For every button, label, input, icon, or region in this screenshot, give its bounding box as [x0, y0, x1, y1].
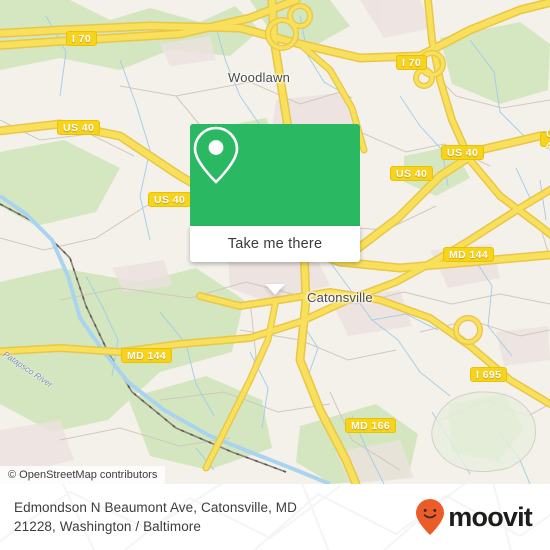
- road-shield-i695[interactable]: I 695: [470, 367, 508, 382]
- road-shield-us40-e[interactable]: US 40: [540, 128, 550, 152]
- take-me-there-label: Take me there: [227, 236, 323, 252]
- road-shield-us40-c[interactable]: US 40: [390, 166, 434, 181]
- callout-action-area[interactable]: Take me there: [190, 226, 360, 262]
- location-callout[interactable]: Take me there: [190, 124, 360, 295]
- map-attribution[interactable]: © OpenStreetMap contributors: [0, 466, 166, 484]
- address-line-2: 21228, Washington / Baltimore: [14, 519, 202, 534]
- address-line-1: Edmondson N Beaumont Ave, Catonsville, M…: [14, 500, 297, 515]
- moovit-wordmark: moovit: [448, 501, 533, 532]
- callout-pointer-tail: [265, 284, 285, 295]
- map-canvas[interactable]: Woodlawn Catonsville Patapsco River I 70…: [0, 0, 550, 484]
- map-pin-icon: [193, 126, 239, 184]
- road-shield-i70-east[interactable]: I 70: [396, 55, 428, 70]
- road-shield-i70-west[interactable]: I 70: [66, 31, 98, 46]
- callout-pin-area: [190, 124, 360, 226]
- road-shield-us40-b[interactable]: US 40: [148, 192, 192, 207]
- road-shield-md144-east[interactable]: MD 144: [443, 247, 495, 262]
- footer-bar: Edmondson N Beaumont Ave, Catonsville, M…: [0, 484, 550, 550]
- location-address: Edmondson N Beaumont Ave, Catonsville, M…: [14, 498, 415, 536]
- road-shield-md166[interactable]: MD 166: [345, 418, 397, 433]
- road-shield-md144-west[interactable]: MD 144: [121, 348, 173, 363]
- moovit-smiley-pin-icon: [416, 499, 445, 535]
- road-shield-us40-d[interactable]: US 40: [441, 145, 485, 160]
- map-attribution-text: © OpenStreetMap contributors: [8, 469, 158, 481]
- footer-content: Edmondson N Beaumont Ave, Catonsville, M…: [0, 484, 550, 550]
- moovit-location-card: Woodlawn Catonsville Patapsco River I 70…: [0, 0, 550, 550]
- moovit-brand[interactable]: moovit: [415, 498, 536, 536]
- road-shield-us40-a[interactable]: US 40: [57, 120, 101, 135]
